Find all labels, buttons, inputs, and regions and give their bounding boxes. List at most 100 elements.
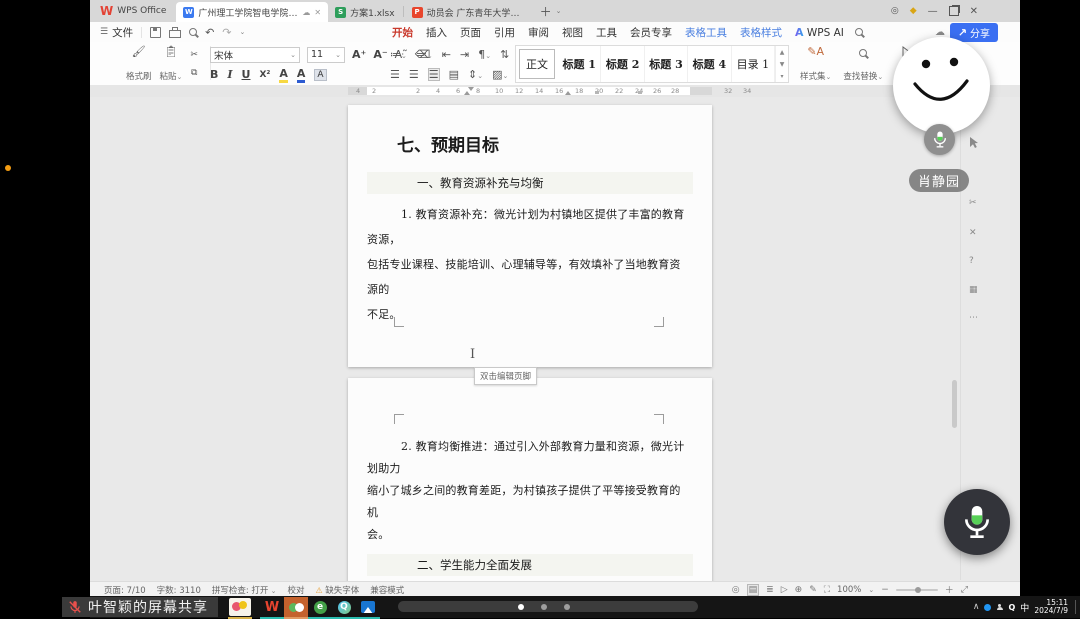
doc-text-line[interactable]: 包括专业课程、技能培训、心理辅导等，有效填补了当地教育资源的 [367,252,690,302]
font-family-select[interactable]: 宋体⌄ [210,47,300,63]
doc-heading[interactable]: 二、学生能力全面发展 [367,554,693,576]
skin-icon[interactable]: ◎ [891,6,899,16]
tab-reference[interactable]: 引用 [492,23,517,42]
missing-font-warning[interactable]: ⚠ 缺失字体 [316,584,360,596]
proofread-button[interactable]: 校对 [288,584,305,596]
wps-home-tab[interactable]: W WPS Office [90,0,176,22]
tab-insert[interactable]: 插入 [424,23,449,42]
italic-icon[interactable]: I [227,68,232,81]
wps-ai-button[interactable]: A WPS AI [793,24,846,41]
more-icon[interactable]: ⋯ [969,313,978,323]
decrease-indent-icon[interactable]: ⇤ [442,49,451,60]
zoom-slider-thumb[interactable] [915,587,921,593]
hanging-indent-marker[interactable] [464,91,470,95]
search-icon[interactable] [855,28,863,36]
doc-text-line[interactable]: 2. 教育均衡推进：通过引入外部教育力量和资源，微光计划助力 [367,436,690,480]
align-center-icon[interactable]: ☰ [409,69,419,80]
text-direction-icon[interactable]: ⇅ [500,49,509,60]
help-icon[interactable]: ? [969,256,974,266]
tab-home[interactable]: 开始 [390,23,415,42]
taskbar-q-app[interactable]: Q [332,597,356,619]
print-icon[interactable] [169,30,181,38]
style-normal[interactable]: 正文 [519,49,555,79]
bold-icon[interactable]: B [210,68,218,81]
align-left-icon[interactable]: ☰ [390,69,400,80]
minimize-button[interactable]: — [928,6,938,17]
tab-writer-document[interactable]: W 广州理工学院智电学院 社会实.. ☁ ✕ [176,2,328,22]
tab-tools[interactable]: 工具 [594,23,619,42]
decrease-font-icon[interactable]: A⁻ [373,48,387,61]
tools-icon[interactable]: ✕ [969,228,977,238]
new-tab-button[interactable]: ＋ [540,3,552,20]
fit-page-icon[interactable]: ⛶ [824,585,830,595]
font-size-select[interactable]: 11⌄ [307,47,345,63]
font-color-icon[interactable]: A [297,67,306,83]
save-icon[interactable] [150,27,161,38]
doc-heading[interactable]: 一、教育资源补充与均衡 [367,172,693,194]
clock[interactable]: 15:11 2024/7/9 [1034,599,1068,616]
increase-indent-icon[interactable]: ⇥ [460,49,469,60]
taskbar-meeting-app-active[interactable] [284,597,308,619]
taskbar-wps-app[interactable]: W [260,597,284,619]
document-editing-area[interactable]: 七、预期目标 一、教育资源补充与均衡 1. 教育资源补充：微光计划为村镇地区提供… [90,97,1020,581]
taskbar-browser-app[interactable]: e [308,597,332,619]
tray-contact-icon[interactable] [996,604,1003,611]
tab-spreadsheet[interactable]: S 方案1.xlsx [328,2,401,22]
indent-marker[interactable] [565,91,571,95]
doc-text-line[interactable]: 会。 [367,524,690,546]
participant-mic-indicator[interactable] [924,124,955,155]
undo-icon[interactable]: ↶ [205,27,214,38]
bullet-list-icon[interactable]: ≔⌄ [390,49,407,60]
zoom-chevron-icon[interactable]: ⌄ [868,586,874,594]
tray-blue-app-icon[interactable] [984,604,991,611]
participant-avatar[interactable] [893,37,990,134]
doc-title[interactable]: 七、预期目标 [397,131,712,156]
tab-table-tools[interactable]: 表格工具 [683,23,729,42]
justify-icon[interactable]: ☰ [428,68,440,81]
tab-stop[interactable] [638,91,642,94]
tab-view[interactable]: 视图 [560,23,585,42]
highlight-color-icon[interactable]: A [279,67,288,83]
gallery-more-icon[interactable]: ▾ [781,73,784,80]
taskbar-photos-app[interactable] [356,597,380,619]
tab-list-chevron-icon[interactable]: ⌄ [556,7,562,15]
gallery-up-icon[interactable]: ▲ [780,49,785,56]
tab-presentation[interactable]: P 动员会 广东青年大学生“百千万工程 [405,2,534,22]
style-heading2[interactable]: 标题 2 [601,46,644,82]
file-menu-button[interactable]: ☰ 文件 [90,25,141,40]
line-spacing-icon[interactable]: ⇕⌄ [468,69,483,80]
increase-font-icon[interactable]: A⁺ [352,48,366,61]
zoom-level[interactable]: 100% [837,585,861,595]
eye-protection-icon[interactable]: ◎ [732,585,740,595]
redo-icon[interactable]: ↷ [222,27,231,38]
doc-text-line[interactable]: 1. 教育资源补充：微光计划为村镇地区提供了丰富的教育资源， [367,202,690,252]
spellcheck-status[interactable]: 拼写检查: 打开 ⌄ [212,584,277,596]
paragraph-mark-icon[interactable]: ¶⌄ [478,49,491,60]
tab-page[interactable]: 页面 [458,23,483,42]
char-shading-icon[interactable]: A [314,69,326,81]
cut-icon[interactable]: ✂ [190,51,198,60]
numbered-list-icon[interactable]: ≕⌄ [416,49,433,60]
ink-annotate-icon[interactable]: ✎ [809,585,817,595]
doc-text-line[interactable]: 不足。 [367,302,690,327]
tab-table-style[interactable]: 表格样式 [738,23,784,42]
word-count[interactable]: 字数: 3110 [157,584,201,596]
indicator-dot-active[interactable] [518,604,524,610]
style-heading3[interactable]: 标题 3 [645,46,688,82]
fullscreen-icon[interactable]: ⤢ [961,585,968,595]
distribute-icon[interactable]: ▤ [449,69,459,80]
web-layout-icon[interactable]: ⊕ [795,585,803,595]
doc-text-line[interactable]: 缩小了城乡之间的教育差距，为村镇孩子提供了平等接受教育的机 [367,480,690,524]
find-replace-button[interactable]: 查找替换⌄ [843,46,883,82]
tab-member[interactable]: 会员专享 [628,23,674,42]
panel-notes-icon[interactable]: ▦ [969,285,978,295]
shading-icon[interactable]: ▨⌄ [492,69,508,80]
gallery-down-icon[interactable]: ▼ [780,61,785,68]
document-page-2[interactable]: 2. 教育均衡推进：通过引入外部教育力量和资源，微光计划助力 缩小了城乡之间的教… [348,378,712,581]
tab-review[interactable]: 审阅 [526,23,551,42]
style-heading4[interactable]: 标题 4 [688,46,731,82]
underline-icon[interactable]: U [242,68,251,81]
vertical-scrollbar-thumb[interactable] [952,380,957,428]
indicator-dot[interactable] [541,604,547,610]
close-tab-icon[interactable]: ✕ [314,8,321,17]
